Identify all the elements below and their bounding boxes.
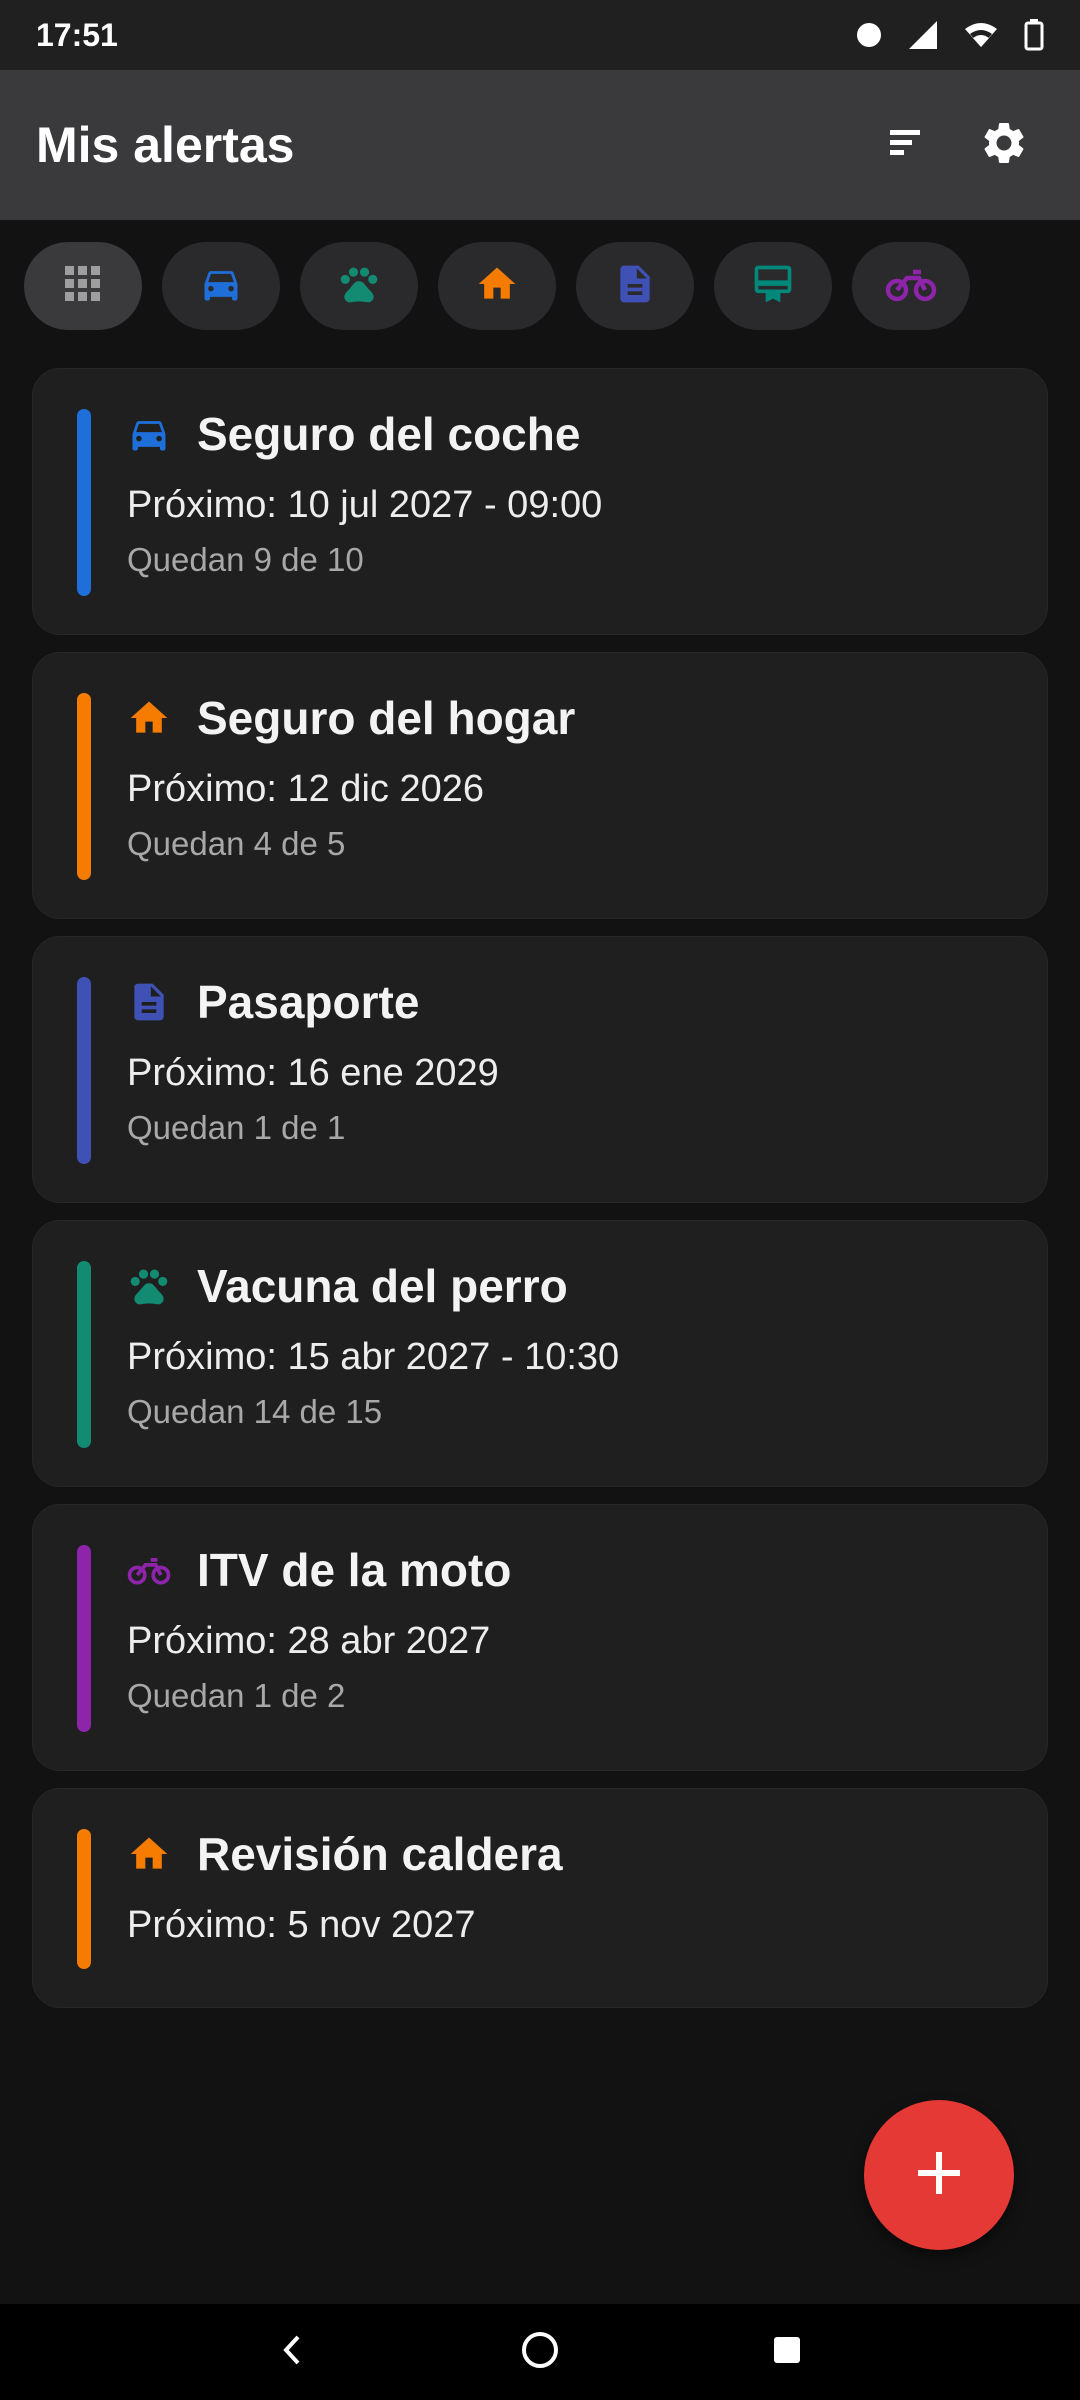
alert-next-date: Próximo: 15 abr 2027 - 10:30 — [127, 1336, 620, 1378]
alert-card[interactable]: ITV de la moto Próximo: 28 abr 2027 Qued… — [32, 1504, 1048, 1771]
alert-title: Vacuna del perro — [197, 1260, 568, 1312]
alert-card[interactable]: Seguro del coche Próximo: 10 jul 2027 - … — [32, 368, 1048, 635]
filter-chip-motorcycle[interactable] — [852, 242, 970, 330]
car-icon — [199, 262, 243, 311]
add-icon — [914, 2148, 964, 2203]
signal-icon — [908, 20, 938, 50]
category-color-bar — [77, 977, 91, 1164]
alert-remaining: Quedan 1 de 1 — [127, 1109, 346, 1146]
filter-chip-home[interactable] — [438, 242, 556, 330]
system-nav-bar — [0, 2304, 1080, 2400]
alert-title: Pasaporte — [197, 976, 420, 1028]
settings-button[interactable] — [964, 105, 1044, 185]
nav-back-button[interactable] — [253, 2312, 333, 2392]
filter-chip-all[interactable] — [24, 242, 142, 330]
recents-icon — [772, 2335, 802, 2370]
alert-card[interactable]: Revisión caldera Próximo: 5 nov 2027 — [32, 1788, 1048, 2008]
alert-next-date: Próximo: 28 abr 2027 — [127, 1620, 491, 1662]
alert-next-date: Próximo: 5 nov 2027 — [127, 1904, 476, 1946]
alert-next-date: Próximo: 12 dic 2026 — [127, 768, 484, 810]
alert-card[interactable]: Vacuna del perro Próximo: 15 abr 2027 - … — [32, 1220, 1048, 1487]
category-filter-chips — [24, 242, 970, 330]
add-alert-button[interactable] — [864, 2100, 1014, 2250]
document-icon — [127, 980, 171, 1024]
sort-icon — [886, 126, 926, 165]
alerts-list: Seguro del coche Próximo: 10 jul 2027 - … — [32, 368, 1048, 2025]
nav-recents-button[interactable] — [747, 2312, 827, 2392]
alert-title: Revisión caldera — [197, 1828, 563, 1880]
home-icon — [127, 1832, 171, 1876]
alert-card[interactable]: Seguro del hogar Próximo: 12 dic 2026 Qu… — [32, 652, 1048, 919]
category-color-bar — [77, 693, 91, 880]
filter-chip-cards[interactable] — [714, 242, 832, 330]
battery-icon — [1024, 19, 1044, 51]
home-icon — [127, 696, 171, 740]
car-icon — [127, 412, 171, 456]
motorcycle-icon — [127, 1548, 171, 1592]
card-icon — [751, 262, 795, 311]
settings-gear-icon — [979, 118, 1029, 173]
category-color-bar — [77, 1829, 91, 1969]
category-color-bar — [77, 1545, 91, 1732]
alert-title: ITV de la moto — [197, 1544, 512, 1596]
home-circle-icon — [520, 2330, 560, 2375]
motorcycle-icon — [885, 264, 937, 309]
alert-title: Seguro del hogar — [197, 692, 576, 744]
alert-remaining: Quedan 1 de 2 — [127, 1677, 346, 1714]
alert-remaining: Quedan 14 de 15 — [127, 1393, 383, 1430]
document-icon — [613, 262, 657, 311]
grid-all-icon — [63, 264, 103, 309]
sort-button[interactable] — [866, 105, 946, 185]
status-icons — [856, 19, 1044, 51]
alert-remaining: Quedan 4 de 5 — [127, 825, 346, 862]
wifi-icon — [964, 21, 998, 49]
app-bar: Mis alertas — [0, 70, 1080, 220]
category-color-bar — [77, 409, 91, 596]
filter-chip-pets[interactable] — [300, 242, 418, 330]
alert-remaining: Quedan 9 de 10 — [127, 541, 364, 578]
paw-icon — [337, 262, 381, 311]
back-icon — [278, 2333, 308, 2372]
alert-card[interactable]: Pasaporte Próximo: 16 ene 2029 Quedan 1 … — [32, 936, 1048, 1203]
nav-home-button[interactable] — [500, 2312, 580, 2392]
dot-icon — [856, 22, 882, 48]
category-color-bar — [77, 1261, 91, 1448]
filter-chip-documents[interactable] — [576, 242, 694, 330]
paw-icon — [127, 1264, 171, 1308]
status-time: 17:51 — [36, 16, 118, 53]
filter-chip-car[interactable] — [162, 242, 280, 330]
page-title: Mis alertas — [36, 117, 295, 173]
alert-title: Seguro del coche — [197, 408, 581, 460]
status-bar: 17:51 — [0, 0, 1080, 70]
alert-next-date: Próximo: 16 ene 2029 — [127, 1052, 499, 1094]
home-icon — [475, 262, 519, 311]
alert-next-date: Próximo: 10 jul 2027 - 09:00 — [127, 484, 603, 526]
